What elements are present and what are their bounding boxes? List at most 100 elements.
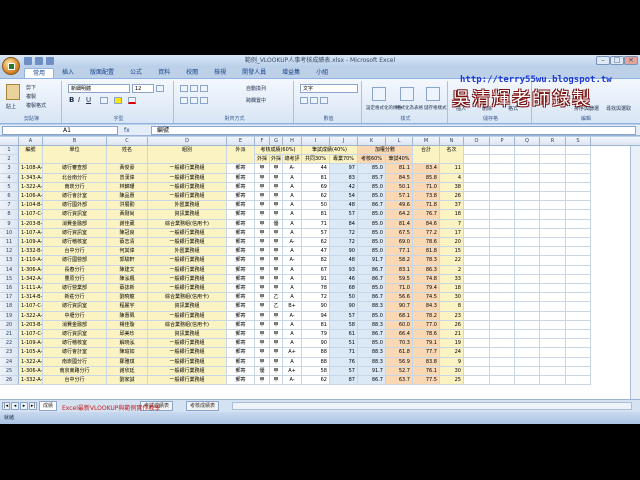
maximize-icon[interactable]: □: [610, 56, 624, 65]
cell[interactable]: 甲: [270, 256, 283, 266]
cell[interactable]: 86.7: [358, 376, 386, 386]
cell[interactable]: 1-111-A-14: [19, 284, 43, 294]
row-header[interactable]: 6: [0, 192, 19, 202]
cell[interactable]: 1-332-A-24: [19, 376, 43, 386]
worksheet-grid[interactable]: ABCDEFGHIJKLMNOPQRS 1 編號 單位 姓名 組別 外派 考核成績(60%)…: [0, 137, 640, 399]
cell[interactable]: 50.1: [386, 182, 413, 192]
cell[interactable]: [566, 164, 591, 174]
cell[interactable]: [540, 256, 566, 266]
cell[interactable]: 郵寄: [227, 284, 255, 294]
cell[interactable]: 79.1: [413, 339, 440, 349]
cell[interactable]: 58: [302, 366, 330, 376]
cell[interactable]: 1-107-C-19: [19, 330, 43, 340]
comma-icon[interactable]: [320, 97, 328, 104]
cell[interactable]: 郵寄: [227, 293, 255, 303]
cell[interactable]: 甲: [270, 210, 283, 220]
cell[interactable]: [464, 357, 490, 367]
cell[interactable]: 85.0: [358, 339, 386, 349]
cell[interactable]: [490, 247, 515, 257]
cell[interactable]: 91.7: [358, 256, 386, 266]
cell[interactable]: 83.8: [413, 357, 440, 367]
row-header[interactable]: 26: [0, 376, 19, 386]
cell[interactable]: [490, 330, 515, 340]
cell[interactable]: 甲: [270, 265, 283, 275]
cell[interactable]: [464, 210, 490, 220]
cell[interactable]: 陳冠良: [107, 228, 148, 238]
cell[interactable]: 50: [330, 293, 358, 303]
cell[interactable]: [464, 274, 490, 284]
cell[interactable]: [464, 238, 490, 248]
cell[interactable]: 總行資訊室: [43, 228, 107, 238]
cell[interactable]: [490, 238, 515, 248]
cell[interactable]: [515, 293, 540, 303]
cell[interactable]: 一般銀行業務組: [148, 192, 227, 202]
horizontal-scrollbar[interactable]: [232, 402, 632, 410]
cell[interactable]: 9: [440, 357, 464, 367]
cell[interactable]: 57.1: [386, 192, 413, 202]
cell[interactable]: 1-107-C-06: [19, 210, 43, 220]
cell[interactable]: [490, 284, 515, 294]
subheader-k[interactable]: 考核60%: [358, 155, 386, 165]
cell[interactable]: 甲: [255, 238, 270, 248]
cell[interactable]: [540, 238, 566, 248]
cell[interactable]: [566, 228, 591, 238]
cell[interactable]: 郵寄: [227, 366, 255, 376]
cell[interactable]: 總行會計室: [43, 348, 107, 358]
cell[interactable]: 85.0: [358, 164, 386, 174]
cell[interactable]: [540, 320, 566, 330]
cut-button[interactable]: 剪下: [26, 84, 36, 91]
cell[interactable]: [490, 357, 515, 367]
cell[interactable]: 郵寄: [227, 376, 255, 386]
cell[interactable]: 1-306-A-12: [19, 265, 43, 275]
cell[interactable]: 總行資訊室: [43, 302, 107, 312]
cell[interactable]: 44: [302, 164, 330, 174]
cell[interactable]: 62: [302, 238, 330, 248]
cell[interactable]: 79: [302, 330, 330, 340]
cell[interactable]: 甲: [270, 311, 283, 321]
cell[interactable]: 68.1: [386, 311, 413, 321]
cell[interactable]: 77.5: [413, 376, 440, 386]
column-header[interactable]: E: [227, 137, 255, 146]
cell[interactable]: [490, 302, 515, 312]
cell[interactable]: 77.1: [386, 247, 413, 257]
cell[interactable]: 一般銀行業務組: [148, 228, 227, 238]
cell[interactable]: [515, 210, 540, 220]
cell[interactable]: [540, 155, 566, 165]
cell[interactable]: [464, 339, 490, 349]
cell[interactable]: 甲: [255, 376, 270, 386]
italic-icon[interactable]: I: [78, 96, 80, 104]
cell[interactable]: 83.1: [386, 265, 413, 275]
cell[interactable]: 1-322-A-03: [19, 182, 43, 192]
cell[interactable]: 72: [302, 293, 330, 303]
row-header[interactable]: 18: [0, 302, 19, 312]
cell[interactable]: 1-322-A-22: [19, 357, 43, 367]
cell[interactable]: 97: [330, 164, 358, 174]
column-header[interactable]: S: [566, 137, 591, 146]
cell[interactable]: 57: [302, 228, 330, 238]
cell[interactable]: [515, 284, 540, 294]
paste-icon[interactable]: [6, 84, 20, 100]
subheader-g[interactable]: 外採: [270, 155, 283, 165]
cell[interactable]: [566, 348, 591, 358]
cell[interactable]: [464, 219, 490, 229]
cell[interactable]: [515, 219, 540, 229]
cell[interactable]: B+: [283, 302, 302, 312]
cell[interactable]: [515, 330, 540, 340]
cell[interactable]: 90: [302, 302, 330, 312]
cell[interactable]: [490, 192, 515, 202]
select-all-corner[interactable]: [0, 137, 19, 146]
cell[interactable]: 69: [302, 182, 330, 192]
cell[interactable]: 甲: [255, 293, 270, 303]
cell[interactable]: [464, 182, 490, 192]
cell[interactable]: 一般銀行業務組: [148, 164, 227, 174]
cell[interactable]: 甲: [270, 247, 283, 257]
cell[interactable]: 郵寄: [227, 228, 255, 238]
cell[interactable]: 洪展勤: [107, 201, 148, 211]
cell[interactable]: A: [283, 339, 302, 349]
tab-7[interactable]: 檢視: [206, 68, 234, 78]
cell[interactable]: 60.0: [386, 320, 413, 330]
cell[interactable]: [464, 247, 490, 257]
cell[interactable]: 台中分行: [43, 376, 107, 386]
cell[interactable]: 46: [330, 274, 358, 284]
cell[interactable]: 62: [302, 192, 330, 202]
